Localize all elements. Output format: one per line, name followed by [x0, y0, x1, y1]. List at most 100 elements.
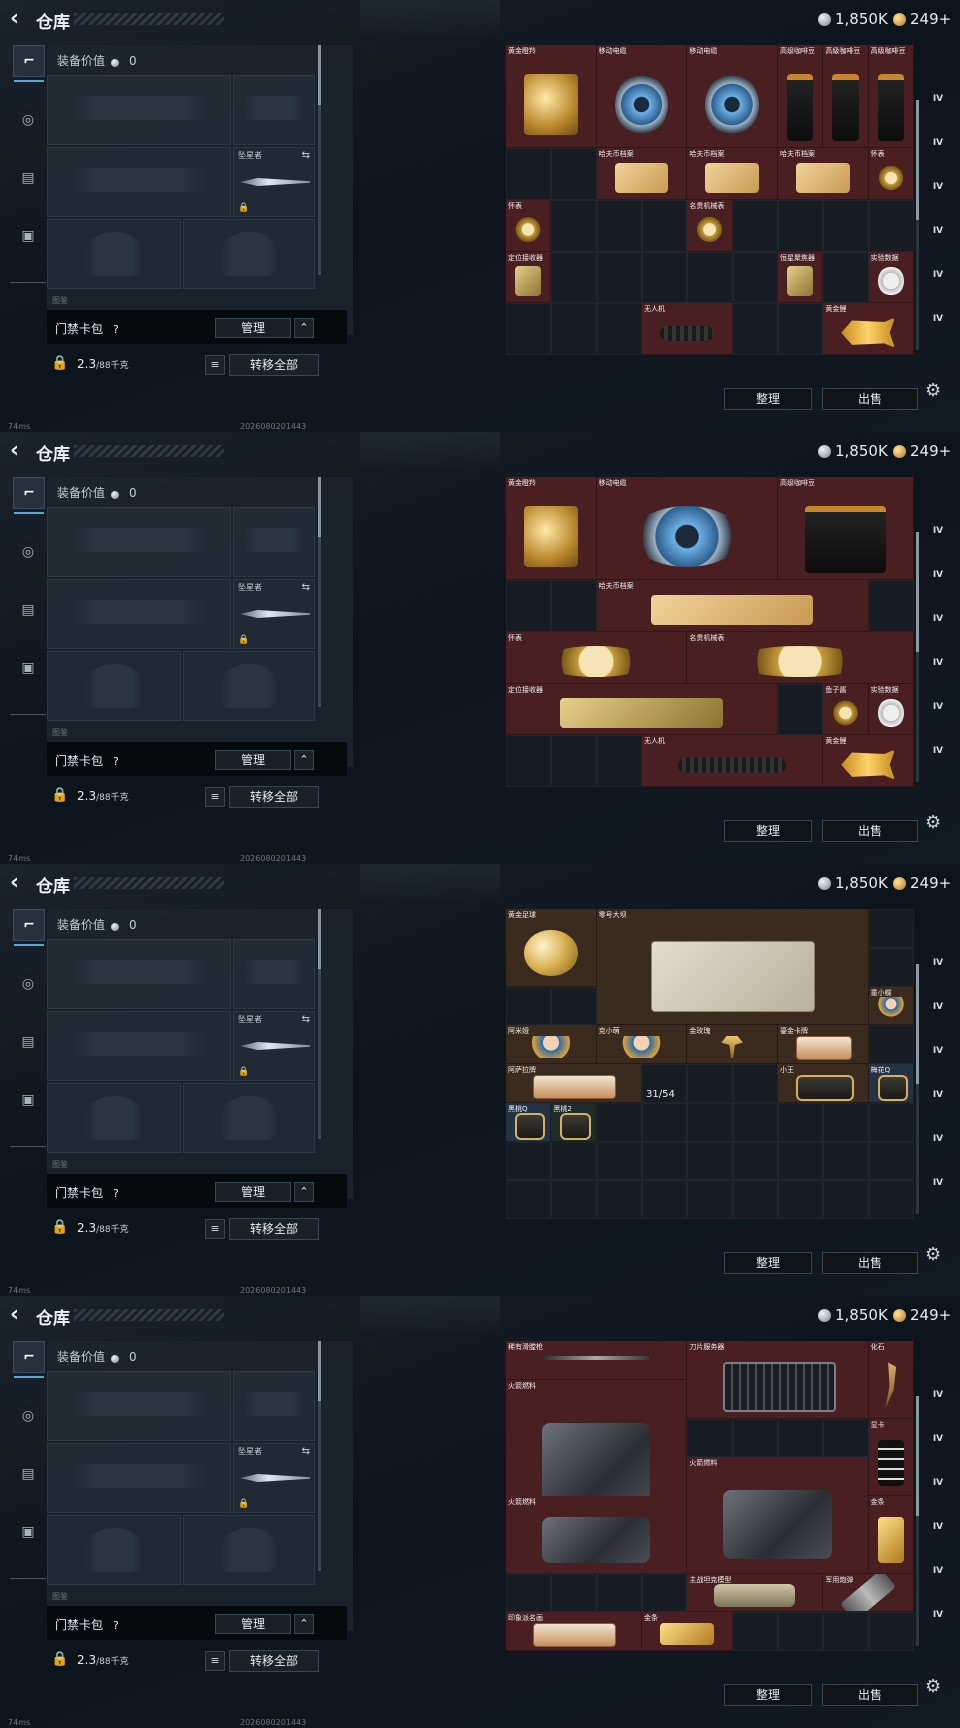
clipboard-icon[interactable]: ▤ [13, 595, 43, 625]
stash-item[interactable]: 恒星聚焦器 [778, 251, 824, 304]
stash-item[interactable]: 名贵机械表 [687, 200, 733, 252]
stash-item[interactable]: 实验数据 [868, 251, 914, 304]
equipment-scrollbar[interactable] [318, 909, 321, 1139]
sell-button[interactable]: 出售 [822, 1252, 918, 1274]
secondary-weapon-slot[interactable] [47, 147, 231, 217]
armor-slot[interactable] [183, 219, 315, 289]
rail-item[interactable] [923, 1346, 953, 1390]
armor-slot[interactable] [183, 1515, 315, 1585]
stash-item[interactable]: 化石 [868, 1341, 914, 1419]
list-view-button[interactable]: ≡ [205, 787, 225, 807]
stash-item[interactable]: 哈夫币档案 [778, 148, 869, 200]
stash-item[interactable]: 哈夫币档案 [596, 148, 688, 200]
sell-button[interactable]: 出售 [822, 1684, 918, 1706]
stash-item[interactable]: 定位接收器 [506, 251, 552, 304]
stash-item[interactable]: 稀有滑膛枪 [506, 1341, 688, 1380]
manage-button[interactable]: 管理 [215, 750, 291, 770]
stash-item[interactable]: 黄金瞪羚 [506, 477, 597, 581]
stash-scrollbar[interactable] [916, 1396, 919, 1646]
rail-item[interactable]: IV [923, 314, 953, 358]
sort-button[interactable]: 整理 [724, 388, 812, 410]
rail-item[interactable]: IV [923, 1002, 953, 1046]
stash-item[interactable]: 黑桃Q [506, 1102, 552, 1142]
collapse-button[interactable]: ⌃ [294, 1614, 314, 1634]
rail-item[interactable]: IV [923, 226, 953, 270]
helmet-icon[interactable]: ◎ [13, 105, 43, 135]
transfer-all-button[interactable]: 转移全部 [229, 786, 319, 808]
pistol-slot[interactable] [233, 507, 315, 577]
secondary-weapon-slot[interactable] [47, 1443, 231, 1513]
transfer-all-button[interactable]: 转移全部 [229, 1650, 319, 1672]
stash-item[interactable]: 黑桃2 [551, 1102, 597, 1142]
gun-icon[interactable]: ⌐ [13, 1341, 45, 1378]
stash-item[interactable]: 移动电缆 [687, 45, 778, 149]
rail-item[interactable] [923, 482, 953, 526]
clipboard-icon[interactable]: ▤ [13, 1027, 43, 1057]
stash-item[interactable]: 名贵机械表 [687, 632, 914, 684]
manage-button[interactable]: 管理 [215, 1182, 291, 1202]
collapse-button[interactable]: ⌃ [294, 1182, 314, 1202]
equipment-scrollbar[interactable] [318, 477, 321, 707]
collapse-button[interactable]: ⌃ [294, 750, 314, 770]
rail-item[interactable] [923, 50, 953, 94]
stash-item[interactable]: 黄金鲤 [823, 735, 914, 787]
stash-item[interactable]: 克小萌 [596, 1025, 688, 1064]
stash-item[interactable]: 实验数据 [868, 683, 914, 736]
stash-item[interactable]: 火箭燃料 [687, 1457, 869, 1574]
gun-icon[interactable]: ⌐ [13, 477, 45, 514]
back-icon[interactable]: ‹ [10, 8, 30, 30]
stash-item[interactable]: 移动电缆 [596, 477, 778, 581]
helmet-icon[interactable]: ◎ [13, 1401, 43, 1431]
rail-item[interactable]: IV [923, 138, 953, 182]
sort-button[interactable]: 整理 [724, 820, 812, 842]
sell-button[interactable]: 出售 [822, 388, 918, 410]
transfer-all-button[interactable]: 转移全部 [229, 1218, 319, 1240]
pistol-slot[interactable] [233, 75, 315, 145]
collapse-button[interactable]: ⌃ [294, 318, 314, 338]
sell-button[interactable]: 出售 [822, 820, 918, 842]
rail-item[interactable]: IV [923, 1522, 953, 1566]
rail-item[interactable]: IV [923, 702, 953, 746]
stash-item[interactable]: 哈夫币档案 [596, 580, 869, 632]
stash-item[interactable]: 金玫瑰 [687, 1025, 778, 1064]
stash-item[interactable]: 军用炮弹 [823, 1573, 914, 1613]
case-icon[interactable]: ▣ [13, 221, 43, 251]
secondary-weapon-slot[interactable] [47, 579, 231, 649]
back-icon[interactable]: ‹ [10, 440, 30, 462]
stash-item[interactable]: 阿米娅 [506, 1025, 597, 1064]
stash-item[interactable]: 高级咖啡豆 [868, 45, 914, 149]
primary-weapon-slot[interactable] [47, 1371, 231, 1441]
manage-button[interactable]: 管理 [215, 1614, 291, 1634]
rail-item[interactable]: IV [923, 958, 953, 1002]
stash-item[interactable]: 金条 [642, 1612, 733, 1651]
stash-item[interactable]: 怀表 [506, 632, 688, 684]
pistol-slot[interactable] [233, 939, 315, 1009]
rail-item[interactable]: IV [923, 94, 953, 138]
stash-item[interactable]: 黄金鲤 [823, 303, 914, 355]
clipboard-icon[interactable]: ▤ [13, 1459, 43, 1489]
stash-item[interactable]: 无人机 [642, 303, 733, 355]
settings-gear-icon[interactable]: ⚙ [925, 812, 941, 833]
stash-item[interactable]: 高级咖啡豆 [778, 45, 824, 149]
list-view-button[interactable]: ≡ [205, 1651, 225, 1671]
rail-item[interactable]: IV [923, 1178, 953, 1222]
stash-item[interactable]: 刀片服务器 [687, 1341, 869, 1419]
manage-button[interactable]: 管理 [215, 318, 291, 338]
rail-item[interactable]: IV [923, 526, 953, 570]
rail-item[interactable]: IV [923, 746, 953, 790]
swap-icon[interactable]: ⇆ [302, 150, 310, 161]
rail-item[interactable]: IV [923, 614, 953, 658]
settings-gear-icon[interactable]: ⚙ [925, 1676, 941, 1697]
melee-slot[interactable]: 坠星者 ⇆ 🔒 [233, 579, 315, 649]
rail-item[interactable] [923, 914, 953, 958]
sort-button[interactable]: 整理 [724, 1252, 812, 1274]
stash-item[interactable]: 童小蝶 [868, 986, 914, 1026]
stash-item[interactable]: 鎏金卡牌 [778, 1025, 869, 1064]
stash-item[interactable]: 阿萨拉牌 [506, 1064, 642, 1103]
stash-item[interactable]: 火箭燃料 [506, 1496, 688, 1574]
list-view-button[interactable]: ≡ [205, 355, 225, 375]
swap-icon[interactable]: ⇆ [302, 1446, 310, 1457]
stash-item[interactable]: 高级咖啡豆 [823, 45, 869, 149]
melee-slot[interactable]: 坠星者 ⇆ 🔒 [233, 147, 315, 217]
armor-slot[interactable] [183, 651, 315, 721]
